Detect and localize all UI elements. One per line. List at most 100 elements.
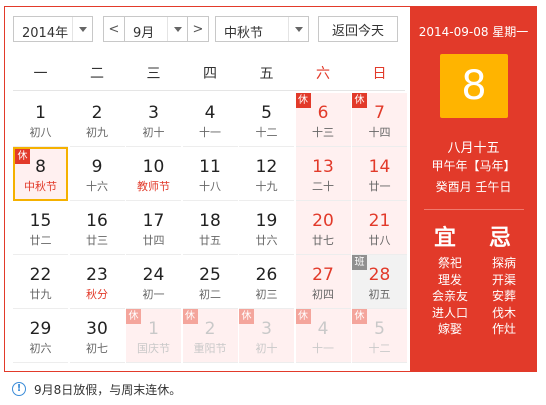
day-number: 11 bbox=[199, 157, 221, 177]
holiday-notice: ! 9月8日放假，与周末连休。 bbox=[4, 377, 537, 401]
day-cell[interactable]: 1 初八 bbox=[13, 93, 68, 147]
day-detail-panel: 2014-09-08 星期一 8 八月十五 甲午年【马年】 癸酉月 壬午日 宜 … bbox=[410, 7, 537, 371]
day-number: 26 bbox=[255, 265, 278, 285]
lunar-label: 秋分 bbox=[86, 288, 108, 301]
lunar-label: 廿六 bbox=[255, 234, 278, 247]
day-cell[interactable]: 22 廿九 bbox=[13, 255, 68, 309]
lunar-label: 初九 bbox=[86, 126, 108, 139]
day-cell[interactable]: 18 廿五 bbox=[182, 201, 238, 255]
day-cell[interactable]: 休 1 国庆节 bbox=[126, 309, 181, 363]
lunar-label: 廿一 bbox=[368, 180, 391, 193]
lunar-label: 十一 bbox=[199, 126, 221, 139]
day-cell[interactable]: 5 十二 bbox=[239, 93, 294, 147]
lunar-label: 重阳节 bbox=[193, 342, 227, 355]
day-cell[interactable]: 30 初七 bbox=[69, 309, 125, 363]
rest-badge: 休 bbox=[352, 309, 367, 324]
lunar-label: 十三 bbox=[312, 126, 334, 139]
ji-item: 伐木 bbox=[491, 305, 516, 320]
day-number: 21 bbox=[368, 211, 391, 231]
weekday-label: 三 bbox=[146, 66, 161, 82]
back-to-today-button[interactable]: 返回今天 bbox=[318, 16, 398, 42]
ji-title: 忌 bbox=[489, 226, 512, 251]
day-cell[interactable]: 25 初二 bbox=[182, 255, 238, 309]
day-cell[interactable]: 12 十九 bbox=[239, 147, 294, 201]
lunar-label: 中秋节 bbox=[24, 180, 57, 193]
day-number: 10 bbox=[142, 157, 165, 177]
day-cell[interactable]: 休 5 十二 bbox=[352, 309, 407, 363]
day-cell[interactable]: 2 初九 bbox=[69, 93, 125, 147]
ganzhi-year: 甲午年【马年】 bbox=[431, 159, 516, 173]
day-cell[interactable]: 20 廿七 bbox=[295, 201, 351, 255]
day-cell[interactable]: 11 十八 bbox=[182, 147, 238, 201]
day-number: 18 bbox=[199, 211, 221, 231]
day-cell[interactable]: 10 教师节 bbox=[126, 147, 181, 201]
day-cell[interactable]: 23 秋分 bbox=[69, 255, 125, 309]
lunar-label: 十一 bbox=[312, 342, 334, 355]
day-number: 20 bbox=[312, 211, 334, 231]
info-icon: ! bbox=[12, 382, 26, 396]
day-cell[interactable]: 24 初一 bbox=[126, 255, 181, 309]
day-number: 15 bbox=[29, 211, 52, 231]
lunar-label: 二十 bbox=[312, 180, 334, 193]
day-number: 5 bbox=[261, 103, 272, 123]
day-cell[interactable]: 21 廿八 bbox=[352, 201, 407, 255]
day-cell[interactable]: 13 二十 bbox=[295, 147, 351, 201]
day-cell[interactable]: 休 2 重阳节 bbox=[182, 309, 238, 363]
day-cell[interactable]: 26 初三 bbox=[239, 255, 294, 309]
ji-item: 开渠 bbox=[491, 272, 516, 287]
lunar-label: 初十 bbox=[255, 342, 278, 355]
day-cell[interactable]: 休 3 初十 bbox=[239, 309, 294, 363]
day-number: 23 bbox=[86, 265, 108, 285]
day-cell[interactable]: 休 8 中秋节 bbox=[13, 147, 68, 201]
day-number: 1 bbox=[35, 103, 46, 123]
holiday-notice-text: 9月8日放假，与周末连休。 bbox=[34, 382, 182, 397]
weekday-label: 一 bbox=[33, 66, 48, 82]
day-cell[interactable]: 16 廿三 bbox=[69, 201, 125, 255]
weekday-label: 四 bbox=[203, 66, 217, 82]
next-month-button[interactable]: > bbox=[187, 16, 209, 42]
big-day-number: 8 bbox=[461, 63, 487, 109]
lunar-label: 初八 bbox=[29, 126, 52, 139]
weekday-label: 六 bbox=[316, 66, 330, 82]
lunar-label: 廿三 bbox=[86, 234, 108, 247]
lunar-label: 初七 bbox=[86, 342, 108, 355]
day-cell[interactable]: 27 初四 bbox=[295, 255, 351, 309]
day-cell[interactable]: 3 初十 bbox=[126, 93, 181, 147]
rest-badge: 休 bbox=[126, 309, 141, 324]
prev-month-button[interactable]: < bbox=[103, 16, 125, 42]
rest-badge: 休 bbox=[15, 149, 30, 164]
day-cell[interactable]: 休 6 十三 bbox=[295, 93, 351, 147]
day-cell[interactable]: 9 十六 bbox=[69, 147, 125, 201]
day-cell[interactable]: 19 廿六 bbox=[239, 201, 294, 255]
rest-badge: 休 bbox=[239, 309, 254, 324]
month-select[interactable]: 9月 bbox=[124, 16, 188, 42]
lunar-label: 廿八 bbox=[368, 234, 391, 247]
lunar-label: 廿四 bbox=[142, 234, 165, 247]
day-number: 14 bbox=[368, 157, 391, 177]
lunar-label: 廿九 bbox=[29, 288, 52, 301]
day-number: 27 bbox=[312, 265, 334, 285]
day-number: 4 bbox=[204, 103, 216, 123]
day-cell[interactable]: 14 廿一 bbox=[352, 147, 407, 201]
yi-item: 嫁娶 bbox=[437, 322, 462, 336]
lunar-label: 十八 bbox=[199, 180, 221, 193]
yi-item: 祭祀 bbox=[437, 256, 462, 270]
weekday-label: 日 bbox=[372, 66, 387, 82]
day-cell[interactable]: 休 4 十一 bbox=[295, 309, 351, 363]
holiday-select[interactable]: 中秋节 bbox=[215, 16, 309, 42]
year-select[interactable]: 2014年 bbox=[13, 16, 93, 42]
lunar-date: 八月十五 bbox=[447, 141, 500, 156]
rest-badge: 休 bbox=[182, 309, 198, 324]
selected-date: 2014-09-08 星期一 bbox=[418, 25, 529, 39]
lunar-label: 初四 bbox=[312, 288, 334, 301]
day-cell[interactable]: 29 初六 bbox=[13, 309, 68, 363]
day-cell[interactable]: 休 7 十四 bbox=[352, 93, 407, 147]
day-cell[interactable]: 17 廿四 bbox=[126, 201, 181, 255]
chevron-down-icon bbox=[72, 17, 92, 41]
day-cell[interactable]: 4 十一 bbox=[182, 93, 238, 147]
day-cell[interactable]: 15 廿二 bbox=[13, 201, 68, 255]
ji-item: 作灶 bbox=[491, 322, 516, 336]
workday-badge: 班 bbox=[352, 255, 367, 270]
lunar-label: 十六 bbox=[86, 180, 108, 193]
day-cell[interactable]: 班 28 初五 bbox=[352, 255, 407, 309]
